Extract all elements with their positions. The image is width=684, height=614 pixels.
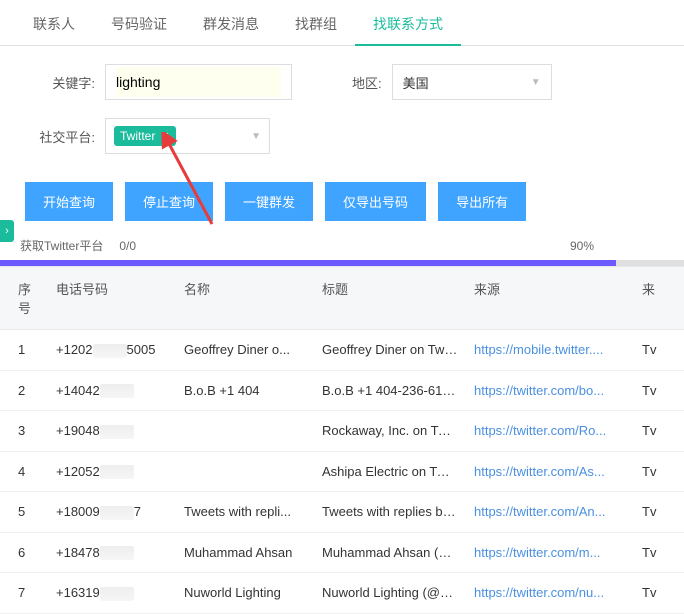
groupsend-button[interactable]: 一键群发 bbox=[225, 182, 313, 221]
tab-findgroup[interactable]: 找群组 bbox=[277, 4, 355, 45]
cell-name: Tweets with repli... bbox=[176, 492, 314, 532]
platform-tag: Twitter ✕ bbox=[114, 126, 176, 146]
cell-source[interactable]: https://mobile.twitter.... bbox=[466, 330, 634, 370]
cell-phone: +19048 bbox=[48, 411, 176, 451]
chevron-down-icon: ▼ bbox=[251, 131, 261, 142]
cell-title: Muhammad Ahsan (@... bbox=[314, 533, 466, 573]
cell-name: B.o.B +1 404 bbox=[176, 371, 314, 411]
tag-remove-icon[interactable]: ✕ bbox=[160, 130, 169, 143]
region-value: 美国 bbox=[403, 73, 429, 92]
cell-phone: +12052 bbox=[48, 452, 176, 492]
cell-src2: Tv bbox=[634, 411, 674, 451]
cell-src2: Tv bbox=[634, 573, 674, 613]
cell-title: Tweets with replies by... bbox=[314, 492, 466, 532]
keyword-input[interactable] bbox=[116, 67, 281, 97]
table-row[interactable]: 6+18478Muhammad AhsanMuhammad Ahsan (@..… bbox=[0, 533, 684, 574]
tab-findcontact[interactable]: 找联系方式 bbox=[355, 4, 461, 46]
cell-source[interactable]: https://twitter.com/As... bbox=[466, 452, 634, 492]
region-select[interactable]: 美国 ▼ bbox=[392, 64, 552, 100]
col-name: 名称 bbox=[176, 267, 314, 329]
col-src2: 来 bbox=[634, 267, 674, 329]
exportall-button[interactable]: 导出所有 bbox=[438, 182, 526, 221]
region-label: 地区: bbox=[352, 73, 382, 92]
table-header: 序号 电话号码 名称 标题 来源 来 bbox=[0, 266, 684, 330]
cell-name: Muhammad Ahsan bbox=[176, 533, 314, 573]
col-phone: 电话号码 bbox=[48, 267, 176, 329]
keyword-input-wrap bbox=[105, 64, 292, 100]
cell-src2: Tv bbox=[634, 452, 674, 492]
cell-idx: 6 bbox=[0, 533, 48, 573]
tab-verify[interactable]: 号码验证 bbox=[93, 4, 185, 45]
chevron-down-icon: ▼ bbox=[531, 77, 541, 88]
cell-source[interactable]: https://twitter.com/m... bbox=[466, 533, 634, 573]
status-fetching: 获取Twitter平台 bbox=[20, 237, 103, 254]
cell-name bbox=[176, 452, 314, 492]
cell-title: B.o.B +1 404-236-612... bbox=[314, 371, 466, 411]
status-count: 0/0 bbox=[119, 239, 136, 253]
exportnum-button[interactable]: 仅导出号码 bbox=[325, 182, 426, 221]
stop-button[interactable]: 停止查询 bbox=[125, 182, 213, 221]
col-title: 标题 bbox=[314, 267, 466, 329]
cell-source[interactable]: https://twitter.com/bo... bbox=[466, 371, 634, 411]
cell-phone: +180097 bbox=[48, 492, 176, 532]
table-row[interactable]: 7+16319Nuworld LightingNuworld Lighting … bbox=[0, 573, 684, 614]
cell-idx: 4 bbox=[0, 452, 48, 492]
cell-idx: 3 bbox=[0, 411, 48, 451]
cell-src2: Tv bbox=[634, 330, 674, 370]
cell-src2: Tv bbox=[634, 533, 674, 573]
side-toggle[interactable]: › bbox=[0, 220, 14, 242]
cell-phone: +18478 bbox=[48, 533, 176, 573]
cell-idx: 5 bbox=[0, 492, 48, 532]
cell-source[interactable]: https://twitter.com/An... bbox=[466, 492, 634, 532]
progress-bar bbox=[0, 260, 684, 266]
tab-groupmsg[interactable]: 群发消息 bbox=[185, 4, 277, 45]
cell-name: Nuworld Lighting bbox=[176, 573, 314, 613]
cell-title: Nuworld Lighting (@n... bbox=[314, 573, 466, 613]
table-row[interactable]: 1+12025005Geoffrey Diner o...Geoffrey Di… bbox=[0, 330, 684, 371]
cell-src2: Tv bbox=[634, 492, 674, 532]
cell-phone: +16319 bbox=[48, 573, 176, 613]
platform-label: 社交平台: bbox=[25, 127, 95, 146]
cell-phone: +12025005 bbox=[48, 330, 176, 370]
cell-name: Geoffrey Diner o... bbox=[176, 330, 314, 370]
table-row[interactable]: 5+180097Tweets with repli...Tweets with … bbox=[0, 492, 684, 533]
col-idx: 序号 bbox=[0, 267, 48, 329]
cell-idx: 2 bbox=[0, 371, 48, 411]
cell-idx: 7 bbox=[0, 573, 48, 613]
cell-name bbox=[176, 411, 314, 451]
cell-idx: 1 bbox=[0, 330, 48, 370]
cell-source[interactable]: https://twitter.com/nu... bbox=[466, 573, 634, 613]
platform-tag-text: Twitter bbox=[120, 129, 155, 143]
cell-src2: Tv bbox=[634, 371, 674, 411]
start-button[interactable]: 开始查询 bbox=[25, 182, 113, 221]
tab-contacts[interactable]: 联系人 bbox=[15, 4, 93, 45]
cell-source[interactable]: https://twitter.com/Ro... bbox=[466, 411, 634, 451]
table-row[interactable]: 3+19048 Rockaway, Inc. on Twit...https://… bbox=[0, 411, 684, 452]
platform-select[interactable]: Twitter ✕ ▼ bbox=[105, 118, 270, 154]
col-source: 来源 bbox=[466, 267, 634, 329]
keyword-label: 关键字: bbox=[25, 73, 95, 92]
cell-title: Rockaway, Inc. on Twit... bbox=[314, 411, 466, 451]
cell-title: Geoffrey Diner on Twit... bbox=[314, 330, 466, 370]
table-row[interactable]: 4+12052 Ashipa Electric on Twit...https:/… bbox=[0, 452, 684, 493]
status-percent: 90% bbox=[570, 239, 594, 253]
cell-phone: +14042 bbox=[48, 371, 176, 411]
tabs: 联系人 号码验证 群发消息 找群组 找联系方式 bbox=[0, 4, 684, 46]
cell-title: Ashipa Electric on Twit... bbox=[314, 452, 466, 492]
table-row[interactable]: 2+14042B.o.B +1 404B.o.B +1 404-236-612.… bbox=[0, 371, 684, 412]
